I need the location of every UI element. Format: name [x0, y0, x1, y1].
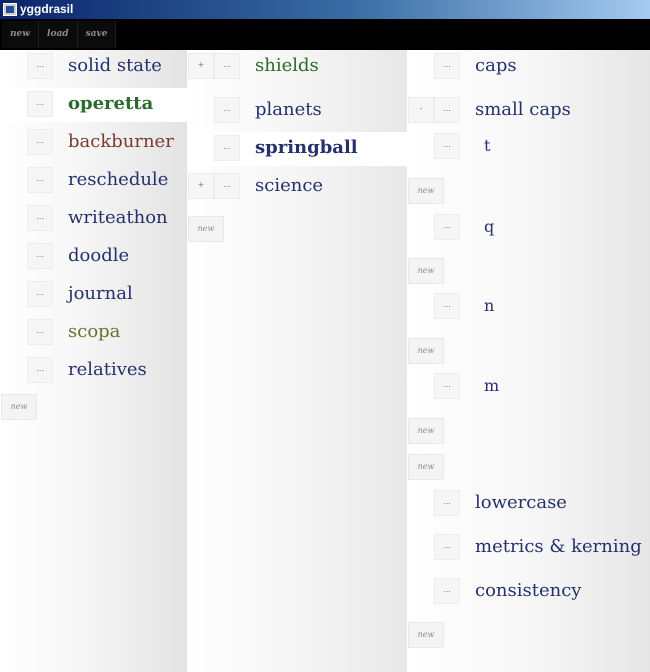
list-item: ... consistency [407, 575, 650, 609]
item-label[interactable]: springball [255, 132, 358, 166]
expand-toggle[interactable]: + [188, 173, 214, 199]
item-label[interactable]: n [484, 290, 494, 324]
window-titlebar: yggdrasil [0, 0, 650, 19]
list-item: ... solid state [0, 50, 187, 84]
more-button[interactable]: ... [27, 319, 53, 345]
list-item: ... doodle [0, 240, 187, 274]
list-item: ... reschedule [0, 164, 187, 198]
item-label[interactable]: reschedule [68, 164, 168, 198]
collapse-toggle[interactable]: - [408, 97, 434, 123]
new-item-button[interactable]: new [408, 178, 444, 204]
more-button[interactable]: ... [27, 167, 53, 193]
new-item-button[interactable]: new [408, 258, 444, 284]
more-button[interactable]: ... [27, 281, 53, 307]
more-button[interactable]: ... [27, 243, 53, 269]
more-button[interactable]: ... [214, 173, 240, 199]
list-item: ... lowercase [407, 487, 650, 521]
column-2: + ... shields ... planets ... springball… [187, 50, 407, 672]
item-label[interactable]: lowercase [475, 487, 567, 521]
item-label[interactable]: planets [255, 94, 322, 128]
item-label[interactable]: writeathon [68, 202, 168, 236]
new-item-button[interactable]: new [408, 622, 444, 648]
more-button[interactable]: ... [434, 97, 460, 123]
item-label[interactable]: journal [68, 278, 133, 312]
list-item: ... m [407, 370, 650, 404]
more-button[interactable]: ... [434, 53, 460, 79]
item-label[interactable]: q [484, 211, 494, 245]
column-1: ... solid state ... operetta ... backbur… [0, 50, 187, 672]
new-item-button[interactable]: new [408, 454, 444, 480]
new-item-button[interactable]: new [188, 216, 224, 242]
more-button[interactable]: ... [434, 293, 460, 319]
new-item-button[interactable]: new [408, 338, 444, 364]
item-label[interactable]: relatives [68, 354, 147, 388]
list-item-selected: ... springball [187, 132, 407, 166]
item-label[interactable]: doodle [68, 240, 129, 274]
app-icon [3, 3, 17, 16]
item-label[interactable]: backburner [68, 126, 174, 160]
list-item-selected: ... operetta [0, 88, 187, 122]
more-button[interactable]: ... [434, 534, 460, 560]
list-item: ... metrics & kerning [407, 531, 650, 565]
item-label[interactable]: consistency [475, 575, 581, 609]
more-button[interactable]: ... [434, 490, 460, 516]
item-label[interactable]: t [484, 130, 490, 164]
toolbar: new load save [0, 19, 650, 50]
more-button[interactable]: ... [214, 135, 240, 161]
item-label[interactable]: shields [255, 50, 319, 84]
more-button[interactable]: ... [434, 578, 460, 604]
more-button[interactable]: ... [27, 129, 53, 155]
column-3: ... caps - ... small caps ... t new ... … [407, 50, 650, 672]
item-label[interactable]: caps [475, 50, 517, 84]
item-label[interactable]: m [484, 370, 499, 404]
more-button[interactable]: ... [27, 53, 53, 79]
window-title: yggdrasil [20, 2, 74, 16]
item-label[interactable]: solid state [68, 50, 162, 84]
list-item: + ... science [187, 170, 407, 204]
item-label[interactable]: metrics & kerning [475, 531, 642, 565]
list-item: ... caps [407, 50, 650, 84]
list-item: ... n [407, 290, 650, 324]
more-button[interactable]: ... [434, 133, 460, 159]
item-label[interactable]: small caps [475, 94, 571, 128]
new-button[interactable]: new [2, 21, 40, 48]
list-item: + ... shields [187, 50, 407, 84]
more-button[interactable]: ... [27, 357, 53, 383]
list-item: ... t [407, 130, 650, 164]
list-item: - ... small caps [407, 94, 650, 128]
list-item: ... relatives [0, 354, 187, 388]
item-label[interactable]: scopa [68, 316, 120, 350]
save-button[interactable]: save [77, 21, 117, 48]
more-button[interactable]: ... [27, 91, 53, 117]
expand-toggle[interactable]: + [188, 53, 214, 79]
list-item: ... q [407, 211, 650, 245]
list-item: ... journal [0, 278, 187, 312]
more-button[interactable]: ... [27, 205, 53, 231]
list-item: ... backburner [0, 126, 187, 160]
more-button[interactable]: ... [434, 373, 460, 399]
more-button[interactable]: ... [434, 214, 460, 240]
list-item: ... scopa [0, 316, 187, 350]
list-item: ... planets [187, 94, 407, 128]
new-item-button[interactable]: new [408, 418, 444, 444]
more-button[interactable]: ... [214, 97, 240, 123]
item-label[interactable]: science [255, 170, 323, 204]
load-button[interactable]: load [39, 21, 78, 48]
list-item: ... writeathon [0, 202, 187, 236]
item-label[interactable]: operetta [68, 88, 153, 122]
more-button[interactable]: ... [214, 53, 240, 79]
new-item-button[interactable]: new [1, 394, 37, 420]
